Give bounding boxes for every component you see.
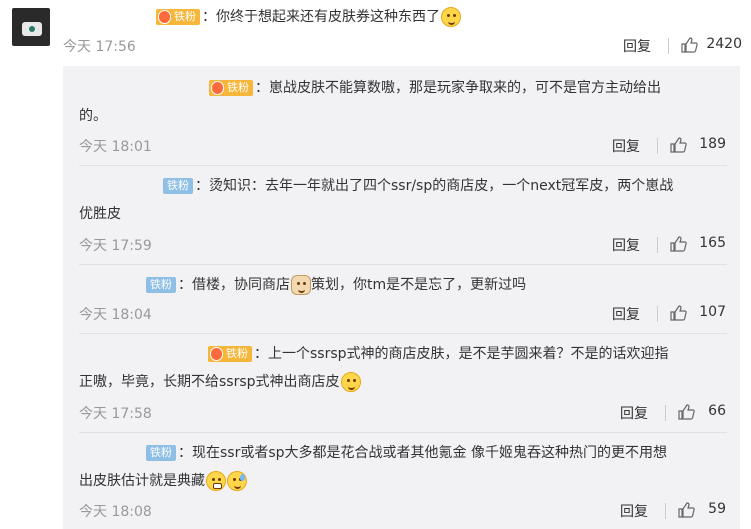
divider [657, 138, 658, 154]
reply-text-continued: 正嗷，毕竟，长期不给ssrsp式神出商店皮 [79, 374, 340, 390]
divider [665, 405, 666, 421]
fan-badge[interactable]: 铁粉 [156, 9, 200, 25]
like-icon[interactable] [670, 305, 687, 321]
reply-button[interactable]: 回复 [620, 501, 648, 521]
grin-emoji-icon [206, 471, 226, 491]
timestamp: 今天 18:08 [79, 504, 152, 520]
fan-badge-label: 铁粉 [167, 179, 189, 192]
fan-badge[interactable]: 铁粉 [146, 277, 176, 293]
like-count: 2420 [706, 36, 742, 52]
fan-badge[interactable]: 铁粉 [209, 80, 253, 96]
fan-badge[interactable]: 铁粉 [208, 346, 252, 362]
divider [668, 38, 669, 54]
fan-badge[interactable]: 铁粉 [163, 178, 193, 194]
thinking-emoji-icon [441, 7, 461, 27]
reply-text: ：现在ssr或者sp大多都是花合战或者其他氪金 像千姬鬼吞这种热门的更不用想 [178, 445, 667, 461]
like-icon[interactable] [678, 502, 695, 518]
timestamp: 今天 17:59 [79, 238, 152, 254]
reply-text-continued: 优胜皮 [79, 206, 121, 222]
comment-text: ：你终于想起来还有皮肤券这种东西了 [202, 9, 440, 25]
reply-text-continued: 出皮肤估计就是典藏 [79, 473, 205, 489]
like-count: 66 [708, 403, 726, 419]
reply-button[interactable]: 回复 [612, 304, 640, 324]
reply-text: ：借楼，协同商店 [178, 277, 290, 293]
timestamp: 今天 18:01 [79, 139, 152, 155]
reply-item: 铁粉 ：现在ssr或者sp大多都是花合战或者其他氪金 像千姬鬼吞这种热门的更不用想… [79, 439, 667, 495]
divider [657, 237, 658, 253]
avatar[interactable] [12, 8, 50, 46]
reply-divider [79, 264, 727, 265]
like-icon[interactable] [678, 404, 695, 420]
timestamp: 今天 17:58 [79, 406, 152, 422]
reply-button[interactable]: 回复 [612, 235, 640, 255]
like-count: 165 [699, 235, 726, 251]
divider [665, 503, 666, 519]
reply-item: 铁粉 ：崽战皮肤不能算数嗷，那是玩家争取来的，可不是官方主动给出 的。 [79, 74, 661, 130]
reply-button[interactable]: 回复 [623, 36, 651, 56]
timestamp: 今天 18:04 [79, 307, 152, 323]
like-count: 107 [699, 304, 726, 320]
reply-text-continued: 的。 [79, 108, 107, 124]
reply-text: ：崽战皮肤不能算数嗷，那是玩家争取来的，可不是官方主动给出 [255, 80, 661, 96]
fan-badge-label: 铁粉 [174, 10, 196, 23]
reply-text: ：上一个ssrsp式神的商店皮肤，是不是芋圆来着？不是的话欢迎指 [254, 346, 669, 362]
reply-divider [79, 432, 727, 433]
reply-text-continued: 策划，你tm是不是忘了，更新过吗 [311, 277, 527, 293]
fan-badge[interactable]: 铁粉 [146, 445, 176, 461]
fan-badge-label: 铁粉 [227, 81, 249, 94]
reply-button[interactable]: 回复 [620, 403, 648, 423]
main-comment: 铁粉 ：你终于想起来还有皮肤券这种东西了 [156, 3, 461, 31]
reply-text: ：烫知识：去年一年就出了四个ssr/sp的商店皮，一个next冠军皮，两个崽战 [195, 178, 674, 194]
timestamp: 今天 17:56 [63, 39, 136, 55]
like-count: 189 [699, 136, 726, 152]
like-icon[interactable] [670, 137, 687, 153]
fan-badge-label: 铁粉 [150, 278, 172, 291]
reply-button[interactable]: 回复 [612, 136, 640, 156]
like-icon[interactable] [670, 236, 687, 252]
avatar-detail [29, 26, 35, 32]
divider [657, 306, 658, 322]
reply-divider [79, 165, 727, 166]
like-count: 59 [708, 501, 726, 517]
like-icon[interactable] [681, 37, 698, 53]
reply-item: 铁粉 ：烫知识：去年一年就出了四个ssr/sp的商店皮，一个next冠军皮，两个崽… [79, 172, 673, 228]
fan-level-icon [210, 347, 223, 361]
sweat-emoji-icon [227, 471, 247, 491]
smile-emoji-icon [340, 372, 361, 392]
reply-item: 铁粉 ：上一个ssrsp式神的商店皮肤，是不是芋圆来着？不是的话欢迎指 正嗷，毕竟… [79, 340, 669, 396]
reply-divider [79, 333, 727, 334]
reply-item: 铁粉 ：借楼，协同商店 策划，你tm是不是忘了，更新过吗 [79, 271, 526, 299]
dog-emoji-icon [291, 275, 311, 295]
fan-level-icon [158, 10, 171, 24]
fan-level-icon [211, 81, 224, 95]
fan-badge-label: 铁粉 [150, 446, 172, 459]
fan-badge-label: 铁粉 [226, 347, 248, 360]
